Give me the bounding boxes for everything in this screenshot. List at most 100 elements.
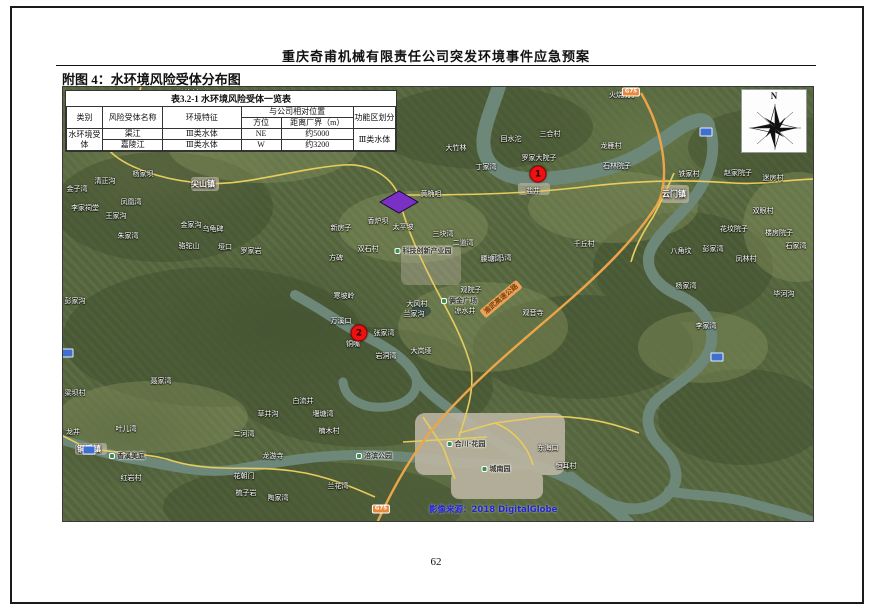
map-place-label: 香溪美庭 bbox=[109, 451, 145, 461]
blue-route-badge-icon bbox=[83, 446, 96, 455]
map-place-label: 张家湾 bbox=[374, 328, 395, 338]
map-place-label: 香炉坝 bbox=[368, 216, 389, 226]
cell-receptor: 渠江 bbox=[103, 129, 163, 140]
map-place-label: 草井沟 bbox=[258, 409, 279, 419]
map-place-label: 大风村 bbox=[407, 299, 428, 309]
map-place-label: 三合村 bbox=[540, 129, 561, 139]
poi-icon bbox=[441, 298, 447, 304]
map-place-label: 王家沟 bbox=[106, 211, 127, 221]
map-place-label: 丁家湾 bbox=[476, 162, 497, 172]
map-place-label: 堰塘湾 bbox=[313, 409, 334, 419]
cell-receptor: 嘉陵江 bbox=[103, 140, 163, 151]
map-place-label: 兰花湾 bbox=[328, 481, 349, 491]
map-place-label: 岩洞湾 bbox=[376, 351, 397, 361]
map-place-label: 方碑 bbox=[329, 253, 343, 263]
blue-route-badge-icon bbox=[62, 349, 74, 358]
map-place-label: 赵家院子 bbox=[724, 168, 752, 178]
river-southeast bbox=[669, 491, 813, 521]
map-place-label: 兰家沟 bbox=[404, 309, 425, 319]
map-place-label: 观院子 bbox=[461, 285, 482, 295]
expressway-shield-badge: G75 bbox=[372, 505, 390, 514]
map-place-label: 龙游寺 bbox=[263, 451, 284, 461]
map-place-label: 楼房院子 bbox=[765, 228, 793, 238]
map-place-label: 杨家湾 bbox=[676, 281, 697, 291]
map-place-label: 黄桷咀 bbox=[421, 189, 442, 199]
map-place-label: 杨家坝 bbox=[133, 169, 154, 179]
map-place-label: 聂家湾 bbox=[151, 376, 172, 386]
poi-icon bbox=[109, 453, 115, 459]
map-place-label: 观音寺 bbox=[523, 308, 544, 318]
table-row: 水环境受体 渠江 Ⅲ类水体 NE 约5000 Ⅲ类水体 bbox=[67, 129, 396, 140]
map-place-label: 八角坟 bbox=[671, 246, 692, 256]
map-place-label: 朱家湾 bbox=[118, 231, 139, 241]
map-place-label: 彭家沟 bbox=[65, 296, 86, 306]
compass-rose-icon bbox=[742, 101, 806, 153]
imagery-credit: 影像来源：2018 DigitalGlobe bbox=[429, 503, 557, 515]
poi-icon bbox=[447, 441, 453, 447]
map-place-label: 罗家大院子 bbox=[522, 153, 557, 163]
poi-icon bbox=[395, 248, 401, 254]
map-place-label: 凉水井 bbox=[455, 306, 476, 316]
map-place-label: 新房子 bbox=[331, 223, 352, 233]
map-place-label: 尖山镇 bbox=[191, 179, 215, 190]
cell-zoning: Ⅲ类水体 bbox=[353, 129, 395, 151]
map-place-label: 梳子岩 bbox=[236, 488, 257, 498]
map-place-label: 彭家湾 bbox=[703, 244, 724, 254]
map-place-label: 涪滨公园 bbox=[356, 451, 392, 461]
map-place-label: 花朝门 bbox=[234, 471, 255, 481]
cell-feature: Ⅲ类水体 bbox=[163, 140, 241, 151]
map-place-label: 白流井 bbox=[293, 396, 314, 406]
cell-distance: 约3200 bbox=[281, 140, 353, 151]
map-place-label: 恒耳村 bbox=[556, 461, 577, 471]
receptor-marker-2[interactable]: 2 bbox=[351, 325, 368, 342]
blue-route-badge-icon bbox=[711, 353, 724, 362]
col-header-feature: 环境特征 bbox=[163, 107, 241, 129]
map-place-label: 金家沟 bbox=[181, 220, 202, 230]
table-title: 表3.2-1 水环境风险受体一览表 bbox=[66, 91, 396, 106]
map-place-label: 叶儿湾 bbox=[116, 424, 137, 434]
map-place-label: 太平坡 bbox=[393, 222, 414, 232]
map-place-label: 垭口 bbox=[218, 242, 232, 252]
map-place-label: 大竹林 bbox=[446, 143, 467, 153]
map-place-label: 二道湾 bbox=[453, 238, 474, 248]
cell-direction: NE bbox=[241, 129, 281, 140]
cell-distance: 约5000 bbox=[281, 129, 353, 140]
map-place-label: 云门镇 bbox=[662, 189, 686, 200]
map-place-label: 盐井 bbox=[526, 186, 540, 196]
map-place-label: 寒坡岭 bbox=[334, 291, 355, 301]
col-header-distance: 距离厂界（m） bbox=[281, 118, 353, 129]
map-place-label: 石家湾 bbox=[786, 241, 807, 251]
map-place-label: 乌龟碑 bbox=[203, 224, 224, 234]
satellite-map[interactable]: 斗笠村火烧院子金子湾清正沟杨家坝尖山镇凤凰湾李家祠堂王家沟朱家湾金家沟乌龟碑骆驼… bbox=[62, 86, 814, 522]
map-place-label: 梁坝村 bbox=[65, 388, 86, 398]
map-place-label: 清正沟 bbox=[95, 176, 116, 186]
poi-icon bbox=[356, 453, 362, 459]
header-rule bbox=[56, 65, 816, 66]
cell-feature: Ⅲ类水体 bbox=[163, 129, 241, 140]
receptor-marker-1[interactable]: 1 bbox=[530, 166, 547, 183]
map-place-label: 李家祠堂 bbox=[71, 203, 99, 213]
map-place-label: 花坟院子 bbox=[720, 224, 748, 234]
map-place-label: 东海口 bbox=[538, 443, 559, 453]
map-place-label: 铁家村 bbox=[679, 169, 700, 179]
map-place-label: 双石村 bbox=[358, 244, 379, 254]
page-number: 62 bbox=[0, 556, 872, 568]
blue-route-badge-icon bbox=[700, 128, 713, 137]
poi-icon bbox=[482, 466, 488, 472]
map-place-label: 腰塘湾 bbox=[481, 254, 502, 264]
cell-direction: W bbox=[241, 140, 281, 151]
company-location-diamond[interactable] bbox=[378, 189, 420, 215]
map-place-label: 龙井 bbox=[66, 427, 80, 437]
map-place-label: 千丘村 bbox=[574, 239, 595, 249]
map-place-label: 毕河沟 bbox=[774, 289, 795, 299]
map-place-label: 三块湾 bbox=[433, 229, 454, 239]
map-place-label: 陶家湾 bbox=[268, 493, 289, 503]
map-place-label: 红岩村 bbox=[121, 473, 142, 483]
map-place-label: 李家湾 bbox=[696, 321, 717, 331]
map-place-label: 凤林村 bbox=[736, 254, 757, 264]
compass-north-label: N bbox=[742, 91, 806, 101]
map-place-label: 石林院子 bbox=[603, 161, 631, 171]
map-place-label: 合川·花园 bbox=[447, 439, 486, 449]
cell-category: 水环境受体 bbox=[67, 129, 103, 151]
map-place-label: 科技创新产业园 bbox=[395, 246, 452, 256]
